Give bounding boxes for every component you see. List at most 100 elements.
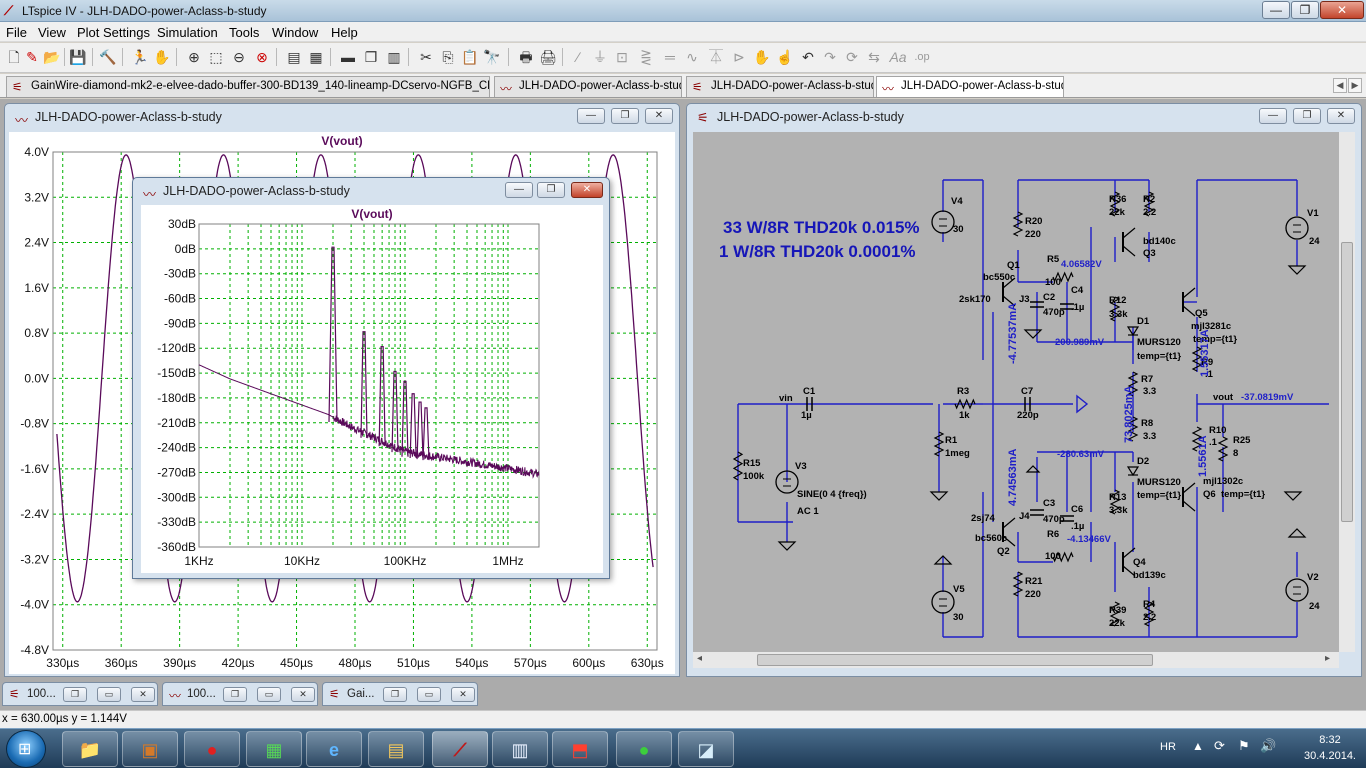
label-net-icon[interactable]: ⊡ <box>612 47 632 67</box>
label-v2[interactable]: V2 <box>1307 572 1319 583</box>
close-window-button[interactable]: ✕ <box>571 182 603 198</box>
value-q6[interactable]: mjl1302c <box>1203 476 1243 487</box>
vertical-scrollbar[interactable] <box>1339 132 1355 652</box>
maximize-window-button[interactable]: ▭ <box>97 687 121 702</box>
scroll-right-icon[interactable]: ▸ <box>1325 653 1330 664</box>
explorer-taskbar-button[interactable]: 📁 <box>62 731 118 767</box>
close-window-button[interactable]: ✕ <box>451 687 475 702</box>
label-r25[interactable]: R25 <box>1233 435 1250 446</box>
label-r10[interactable]: R10 <box>1209 425 1226 436</box>
value-c4[interactable]: .1µ <box>1071 302 1084 313</box>
action-center-icon[interactable]: ⚑ <box>1238 738 1250 754</box>
volume-icon[interactable]: 🔊 <box>1260 738 1276 754</box>
label-q3[interactable]: Q3 <box>1143 248 1156 259</box>
menu-file[interactable]: File <box>6 25 27 40</box>
autorange-icon[interactable]: ▤ <box>284 47 304 67</box>
label-d2[interactable]: D2 <box>1137 456 1149 467</box>
value-r36[interactable]: 22k <box>1109 207 1125 218</box>
schematic-note-1[interactable]: 33 W/8R THD20k 0.015% <box>723 218 920 238</box>
wire-icon[interactable]: ∕ <box>568 47 588 67</box>
menu-view[interactable]: View <box>38 25 66 40</box>
close-window-button[interactable]: ✕ <box>131 687 155 702</box>
value-c2[interactable]: 470p <box>1043 307 1065 318</box>
value-c6[interactable]: .1µ <box>1071 521 1084 532</box>
value-v3[interactable]: SINE(0 4 {freq}) <box>797 489 867 500</box>
close-window-button[interactable]: ✕ <box>645 108 673 124</box>
label-j4[interactable]: J4 <box>1019 511 1030 522</box>
pdf-taskbar-button[interactable]: ⬒ <box>552 731 608 767</box>
close-app-button[interactable]: ✕ <box>1320 1 1364 19</box>
fft-window-title-bar[interactable]: 〰 JLH-DADO-power-Aclass-b-study — ❐ ✕ <box>139 178 603 204</box>
print-icon[interactable]: 🖨 <box>538 47 558 67</box>
scroll-left-icon[interactable]: ◂ <box>697 653 702 664</box>
label-r6[interactable]: R6 <box>1047 529 1059 540</box>
label-q1[interactable]: Q1 <box>1007 260 1020 271</box>
zoom-out-icon[interactable]: ⊖ <box>229 47 249 67</box>
value-r3[interactable]: 1k <box>959 410 970 421</box>
tab-waveform-active[interactable]: 〰 JLH-DADO-power-Aclass-b-study <box>876 76 1064 97</box>
grid-icon[interactable]: ▦ <box>306 47 326 67</box>
probe-i-j4[interactable]: 4.74563mA <box>1007 449 1019 507</box>
label-vout[interactable]: vout <box>1213 392 1233 403</box>
menu-plot-settings[interactable]: Plot Settings <box>77 25 150 40</box>
value-q4[interactable]: bd139c <box>1133 570 1166 581</box>
vertical-scroll-thumb[interactable] <box>1341 242 1353 522</box>
cut-icon[interactable]: ✂ <box>416 47 436 67</box>
fft-plot-pane[interactable]: V(vout) 30dB 0dB -30dB -60dB -90dB -120dB -150… <box>141 205 603 573</box>
maximize-window-button[interactable]: ❐ <box>1293 108 1321 124</box>
cascade-icon[interactable]: ❐ <box>361 47 381 67</box>
app-taskbar-button-11[interactable]: ◪ <box>678 731 734 767</box>
tab-schematic[interactable]: ⚟ JLH-DADO-power-Aclass-b-study <box>686 76 874 97</box>
pan-icon[interactable]: ✋ <box>152 47 172 67</box>
component-icon[interactable]: ⊳ <box>729 47 749 67</box>
label-d2-temp[interactable]: temp={t1} <box>1137 490 1181 501</box>
horizontal-scroll-thumb[interactable] <box>757 654 1153 666</box>
value-c3[interactable]: 470p <box>1043 514 1065 525</box>
minimized-window-1[interactable]: ⚟ 100... ❐ ▭ ✕ <box>2 682 158 706</box>
value-r39[interactable]: 22k <box>1109 618 1125 629</box>
minimized-window-3[interactable]: ⚟ Gai... ❐ ▭ ✕ <box>322 682 478 706</box>
open-icon[interactable]: ✎ <box>22 47 42 67</box>
label-c2[interactable]: C2 <box>1043 292 1055 303</box>
value-r2[interactable]: 2.2 <box>1143 207 1156 218</box>
value-r1[interactable]: 1meg <box>945 448 970 459</box>
schematic-window-title-bar[interactable]: ⚟ JLH-DADO-power-Aclass-b-study — ❐ ✕ <box>693 104 1355 130</box>
label-r8[interactable]: R8 <box>1141 418 1153 429</box>
label-c4[interactable]: C4 <box>1071 285 1083 296</box>
minimize-app-button[interactable]: — <box>1262 1 1290 19</box>
tab-scroll-right-button[interactable]: ▶ <box>1348 78 1362 93</box>
start-button[interactable]: ⊞ <box>6 730 46 768</box>
label-q6[interactable]: Q6 <box>1203 489 1216 500</box>
value-r8[interactable]: 3.3 <box>1143 431 1156 442</box>
app-taskbar-button-6[interactable]: ▤ <box>368 731 424 767</box>
ltspice-taskbar-button[interactable]: ⟋ <box>432 731 488 767</box>
probe-v-vout[interactable]: -37.0819mV <box>1241 392 1293 403</box>
probe-i-j3[interactable]: -4.77537mA <box>1007 303 1019 364</box>
text-icon[interactable]: Aa <box>888 47 908 67</box>
tab-scroll-left-button[interactable]: ◀ <box>1333 78 1347 93</box>
label-r39[interactable]: R39 <box>1109 605 1126 616</box>
value-v3-ac[interactable]: AC 1 <box>797 506 819 517</box>
label-r2[interactable]: R2 <box>1143 194 1155 205</box>
probe-v-r5[interactable]: 4.06582V <box>1061 259 1102 270</box>
rotate-icon[interactable]: ⟳ <box>842 47 862 67</box>
waveform-window-title-bar[interactable]: 〰 JLH-DADO-power-Aclass-b-study — ❐ ✕ <box>11 104 673 130</box>
label-r4[interactable]: R4 <box>1143 599 1155 610</box>
value-r25[interactable]: 8 <box>1233 448 1238 459</box>
label-v3[interactable]: V3 <box>795 461 807 472</box>
label-r21[interactable]: R21 <box>1025 576 1042 587</box>
tile-horizontal-icon[interactable]: ▬ <box>338 47 358 67</box>
label-r1[interactable]: R1 <box>945 435 957 446</box>
find-icon[interactable]: 🔭 <box>482 47 502 67</box>
value-r10[interactable]: .1 <box>1209 437 1217 448</box>
value-r5[interactable]: 100 <box>1045 277 1061 288</box>
capacitor-icon[interactable]: ═ <box>660 47 680 67</box>
minimize-window-button[interactable]: — <box>577 108 605 124</box>
menu-help[interactable]: Help <box>331 25 358 40</box>
probe-v-d2[interactable]: -280.63mV <box>1057 449 1104 460</box>
app-taskbar-button-3[interactable]: ● <box>184 731 240 767</box>
value-r6[interactable]: 100 <box>1045 551 1061 562</box>
label-r7[interactable]: R7 <box>1141 374 1153 385</box>
language-indicator[interactable]: HR <box>1160 741 1176 753</box>
restore-window-button[interactable]: ❐ <box>63 687 87 702</box>
